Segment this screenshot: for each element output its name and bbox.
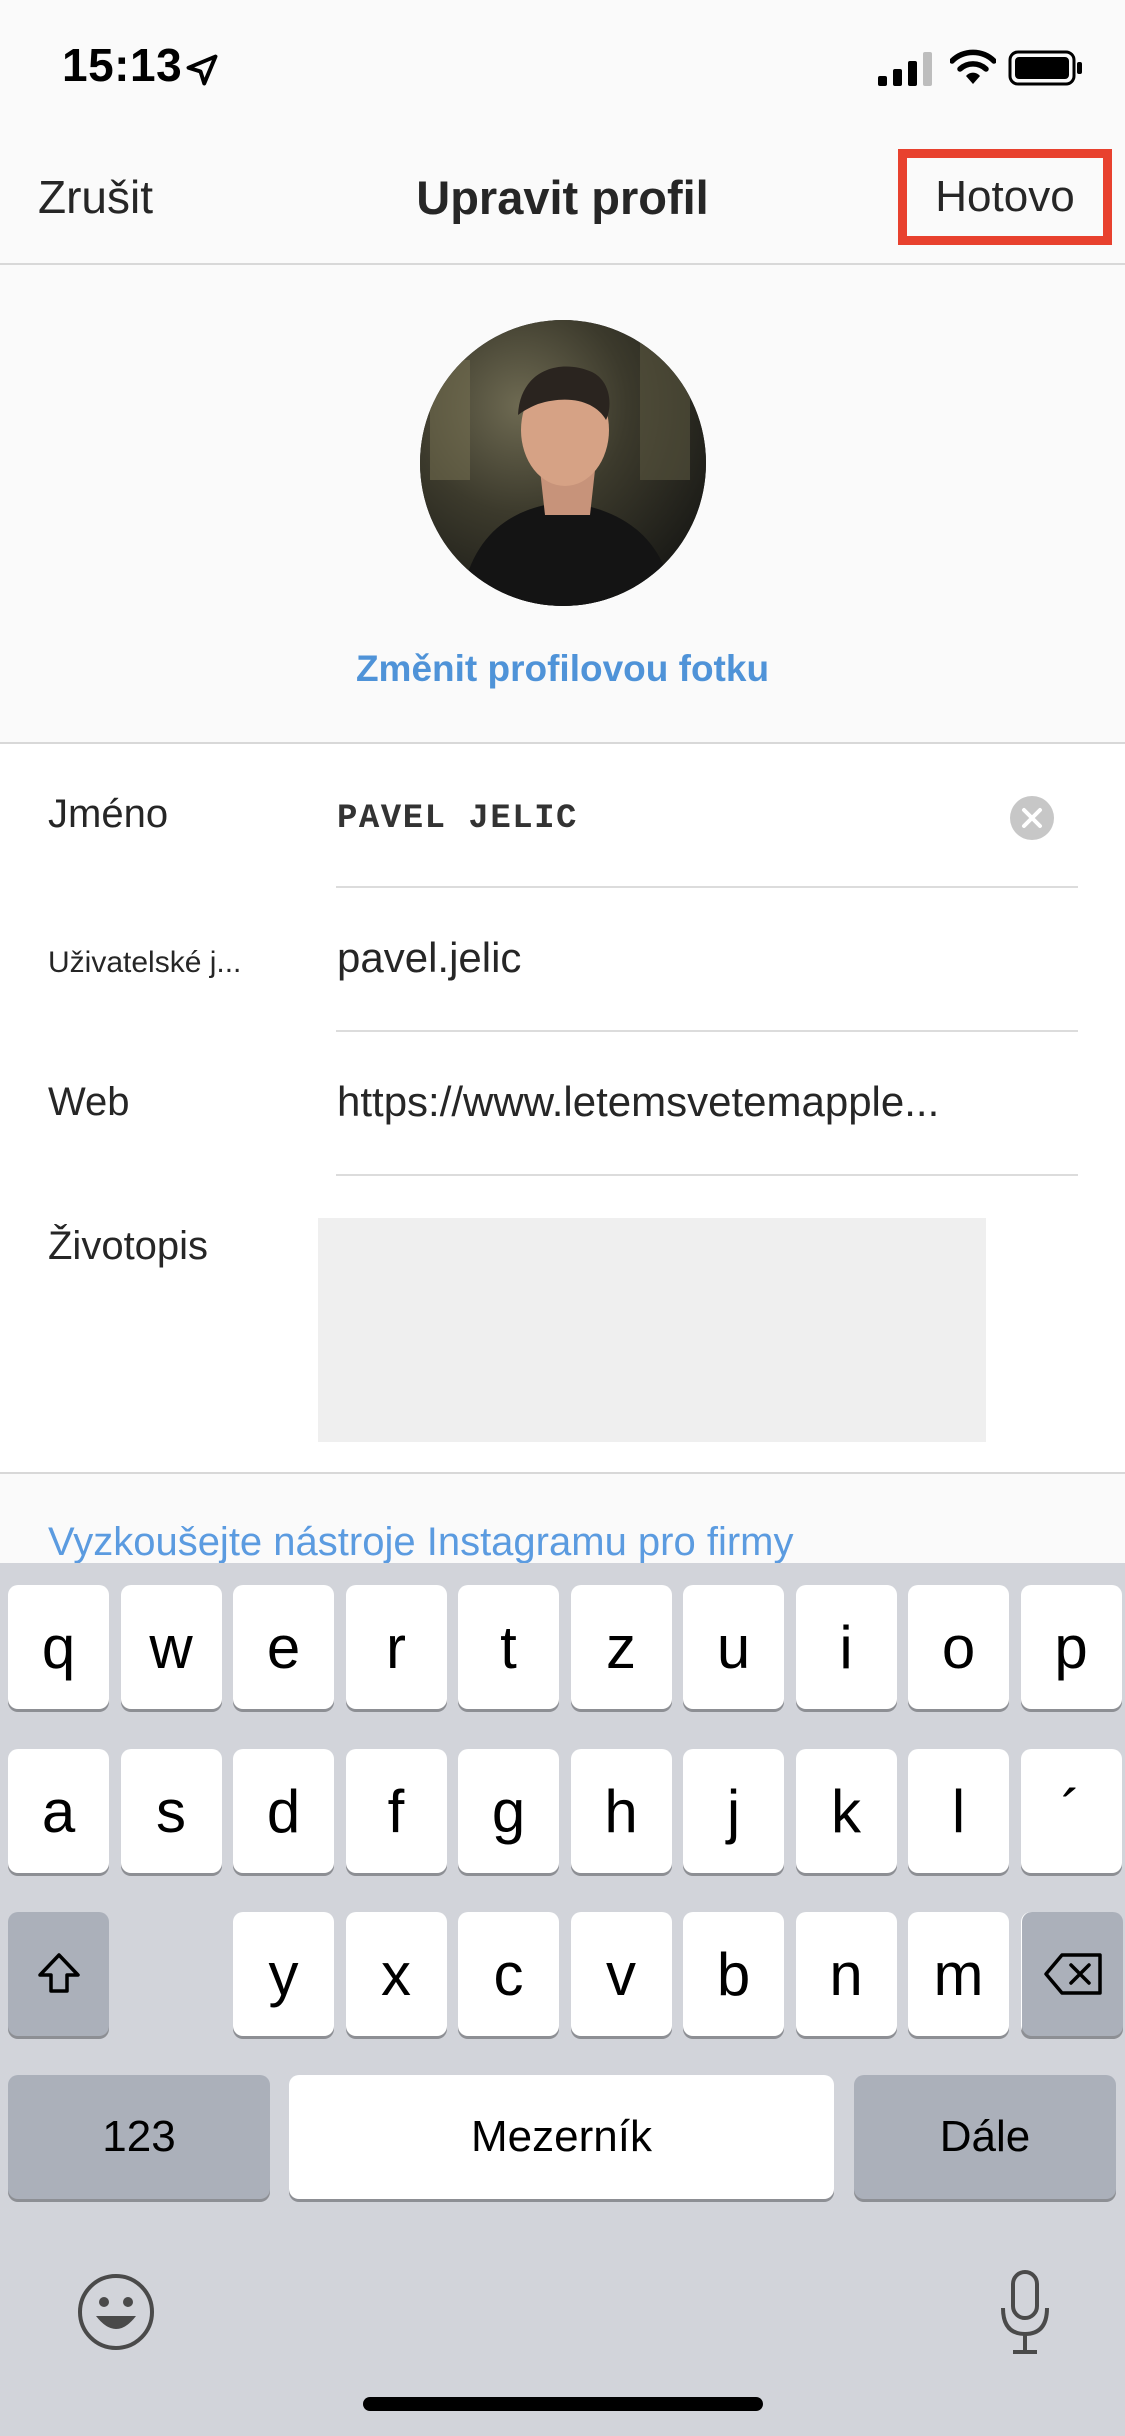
- battery-icon: [1008, 50, 1082, 86]
- wifi-icon: [950, 49, 996, 84]
- web-input[interactable]: https://www.letemsvetemapple...: [337, 1078, 939, 1126]
- key-d[interactable]: d: [233, 1749, 334, 1873]
- clear-icon: [1022, 808, 1042, 828]
- key-j[interactable]: j: [683, 1749, 784, 1873]
- key-r[interactable]: r: [345, 1585, 447, 1709]
- key-s[interactable]: s: [120, 1749, 222, 1873]
- key-v[interactable]: v: [570, 1912, 672, 2036]
- field-divider: [336, 886, 1078, 888]
- key-acute[interactable]: ´: [1020, 1749, 1122, 1873]
- status-time: 15:13: [62, 39, 183, 91]
- emoji-icon: [78, 2274, 154, 2350]
- profile-photo-image: [420, 320, 706, 606]
- home-indicator: [363, 2397, 763, 2411]
- profile-avatar[interactable]: [420, 320, 706, 606]
- shift-key[interactable]: [8, 1912, 109, 2036]
- done-highlight-box: Hotovo: [898, 149, 1112, 245]
- key-i[interactable]: i: [795, 1585, 897, 1709]
- change-profile-photo-link[interactable]: Změnit profilovou fotku: [0, 648, 1125, 690]
- key-y[interactable]: y: [233, 1912, 334, 2036]
- key-x[interactable]: x: [345, 1912, 447, 2036]
- key-c[interactable]: c: [458, 1912, 559, 2036]
- key-a[interactable]: a: [8, 1749, 109, 1873]
- dictation-button[interactable]: [995, 2268, 1055, 2358]
- bio-label: Životopis: [48, 1224, 209, 1268]
- key-n[interactable]: n: [795, 1912, 897, 2036]
- numbers-key[interactable]: 123: [8, 2075, 270, 2199]
- key-p[interactable]: p: [1020, 1585, 1122, 1709]
- key-k[interactable]: k: [795, 1749, 897, 1873]
- name-input[interactable]: PAVEL JELIC: [337, 800, 578, 838]
- emoji-button[interactable]: [76, 2272, 156, 2352]
- username-input[interactable]: pavel.jelic: [337, 934, 521, 982]
- form-bottom-divider: [0, 1472, 1125, 1474]
- key-w[interactable]: w: [120, 1585, 222, 1709]
- cellular-signal-icon: [878, 52, 932, 86]
- delete-key[interactable]: [1022, 1912, 1123, 2036]
- bio-input[interactable]: [318, 1218, 986, 1442]
- key-o[interactable]: o: [908, 1585, 1009, 1709]
- business-tools-link[interactable]: Vyzkoušejte nástroje Instagramu pro firm…: [48, 1520, 794, 1565]
- field-divider: [336, 1174, 1078, 1176]
- key-b[interactable]: b: [683, 1912, 784, 2036]
- key-z[interactable]: z: [570, 1585, 672, 1709]
- key-g[interactable]: g: [458, 1749, 559, 1873]
- name-label: Jméno: [48, 792, 169, 836]
- key-m[interactable]: m: [908, 1912, 1009, 2036]
- key-q[interactable]: q: [8, 1585, 109, 1709]
- backspace-icon: [1043, 1953, 1102, 1995]
- done-button[interactable]: Hotovo: [935, 172, 1074, 222]
- key-f[interactable]: f: [345, 1749, 447, 1873]
- nav-divider: [0, 263, 1125, 265]
- shift-icon: [37, 1953, 80, 1993]
- web-label: Web: [48, 1080, 130, 1124]
- clear-text-button[interactable]: [1010, 796, 1054, 840]
- key-u[interactable]: u: [683, 1585, 784, 1709]
- key-h[interactable]: h: [570, 1749, 672, 1873]
- next-key[interactable]: Dále: [854, 2075, 1116, 2199]
- key-e[interactable]: e: [233, 1585, 334, 1709]
- space-key[interactable]: Mezerník: [289, 2075, 834, 2199]
- microphone-icon: [1001, 2270, 1049, 2354]
- key-l[interactable]: l: [908, 1749, 1009, 1873]
- field-divider: [336, 1030, 1078, 1032]
- username-label: Uživatelské j...: [48, 946, 242, 979]
- key-t[interactable]: t: [458, 1585, 559, 1709]
- location-arrow-icon: [186, 54, 218, 86]
